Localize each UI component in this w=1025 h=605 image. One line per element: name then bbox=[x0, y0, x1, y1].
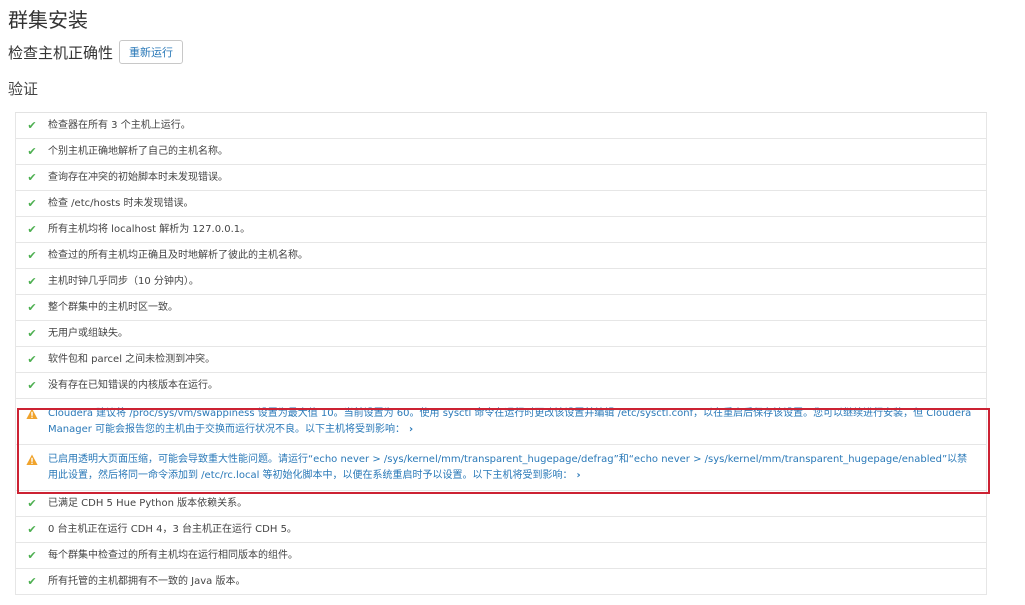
check-icon: ✔ bbox=[27, 549, 37, 562]
result-text: 检查器在所有 3 个主机上运行。 bbox=[48, 120, 191, 131]
check-icon: ✔ bbox=[27, 119, 37, 132]
result-text: 已启用透明大页面压缩，可能会导致重大性能问题。请运行“echo never > … bbox=[48, 454, 968, 481]
result-text: 所有主机均将 localhost 解析为 127.0.0.1。 bbox=[48, 224, 251, 235]
warning-icon bbox=[16, 452, 48, 466]
result-text: 查询存在冲突的初始脚本时未发现错误。 bbox=[48, 172, 228, 183]
result-row: ✔ 查询存在冲突的初始脚本时未发现错误。 bbox=[15, 165, 987, 191]
result-text: 个别主机正确地解析了自己的主机名称。 bbox=[48, 146, 228, 157]
check-icon: ✔ bbox=[27, 249, 37, 262]
result-row: ✔ 检查器在所有 3 个主机上运行。 bbox=[15, 113, 987, 139]
section-title: 验证 bbox=[8, 80, 39, 98]
result-row: ✔ 整个群集中的主机时区一致。 bbox=[15, 295, 987, 321]
result-text: 主机时钟几乎同步（10 分钟内）。 bbox=[48, 276, 199, 287]
check-icon: ✔ bbox=[27, 301, 37, 314]
result-row: ✔ 检查过的所有主机均正确且及时地解析了彼此的主机名称。 bbox=[15, 243, 987, 269]
result-row: ✔ 已满足 CDH 5 Hue Python 版本依赖关系。 bbox=[15, 491, 987, 517]
check-icon: ✔ bbox=[27, 145, 37, 158]
check-icon: ✔ bbox=[27, 497, 37, 510]
check-icon: ✔ bbox=[27, 353, 37, 366]
expand-chevron-icon[interactable]: › bbox=[577, 470, 581, 481]
result-text: 检查过的所有主机均正确且及时地解析了彼此的主机名称。 bbox=[48, 250, 308, 261]
check-icon: ✔ bbox=[27, 327, 37, 340]
result-row: ✔ 软件包和 parcel 之间未检测到冲突。 bbox=[15, 347, 987, 373]
result-row: ✔ 每个群集中检查过的所有主机均在运行相同版本的组件。 bbox=[15, 543, 987, 569]
result-row: ✔ 所有主机均将 localhost 解析为 127.0.0.1。 bbox=[15, 217, 987, 243]
result-text: 整个群集中的主机时区一致。 bbox=[48, 302, 178, 313]
check-icon: ✔ bbox=[27, 275, 37, 288]
warning-row: Cloudera 建议将 /proc/sys/vm/swappiness 设置为… bbox=[15, 399, 987, 445]
host-check-header: 检查主机正确性 重新运行 bbox=[8, 40, 184, 64]
result-row: ✔ 主机时钟几乎同步（10 分钟内）。 bbox=[15, 269, 987, 295]
result-row: ✔ 无用户或组缺失。 bbox=[15, 321, 987, 347]
result-text: 检查 /etc/hosts 时未发现错误。 bbox=[48, 198, 194, 209]
check-title: 检查主机正确性 bbox=[8, 43, 114, 62]
result-row: ✔ 所有托管的主机都拥有不一致的 Java 版本。 bbox=[15, 569, 987, 595]
result-text: 所有托管的主机都拥有不一致的 Java 版本。 bbox=[48, 576, 246, 587]
result-text: Cloudera 建议将 /proc/sys/vm/swappiness 设置为… bbox=[48, 408, 972, 435]
validation-results-list: ✔ 检查器在所有 3 个主机上运行。 ✔ 个别主机正确地解析了自己的主机名称。 ✔ 查询存… bbox=[15, 112, 987, 595]
result-row: ✔ 个别主机正确地解析了自己的主机名称。 bbox=[15, 139, 987, 165]
check-icon: ✔ bbox=[27, 171, 37, 184]
result-text: 已满足 CDH 5 Hue Python 版本依赖关系。 bbox=[48, 498, 248, 509]
check-icon: ✔ bbox=[27, 523, 37, 536]
result-text: 没有存在已知错误的内核版本在运行。 bbox=[48, 380, 218, 391]
result-row: ✔ 没有存在已知错误的内核版本在运行。 bbox=[15, 373, 987, 399]
check-icon: ✔ bbox=[27, 379, 37, 392]
expand-chevron-icon[interactable]: › bbox=[409, 424, 413, 435]
check-icon: ✔ bbox=[27, 197, 37, 210]
result-text: 软件包和 parcel 之间未检测到冲突。 bbox=[48, 354, 216, 365]
page-title: 群集安装 bbox=[8, 8, 88, 32]
result-text: 0 台主机正在运行 CDH 4，3 台主机正在运行 CDH 5。 bbox=[48, 524, 297, 535]
result-row: ✔ 0 台主机正在运行 CDH 4，3 台主机正在运行 CDH 5。 bbox=[15, 517, 987, 543]
result-row: ✔ 检查 /etc/hosts 时未发现错误。 bbox=[15, 191, 987, 217]
warning-icon bbox=[16, 406, 48, 420]
result-text: 无用户或组缺失。 bbox=[48, 328, 128, 339]
warning-row: 已启用透明大页面压缩，可能会导致重大性能问题。请运行“echo never > … bbox=[15, 445, 987, 491]
check-icon: ✔ bbox=[27, 575, 37, 588]
result-text: 每个群集中检查过的所有主机均在运行相同版本的组件。 bbox=[48, 550, 298, 561]
rerun-button[interactable]: 重新运行 bbox=[119, 40, 184, 64]
check-icon: ✔ bbox=[27, 223, 37, 236]
